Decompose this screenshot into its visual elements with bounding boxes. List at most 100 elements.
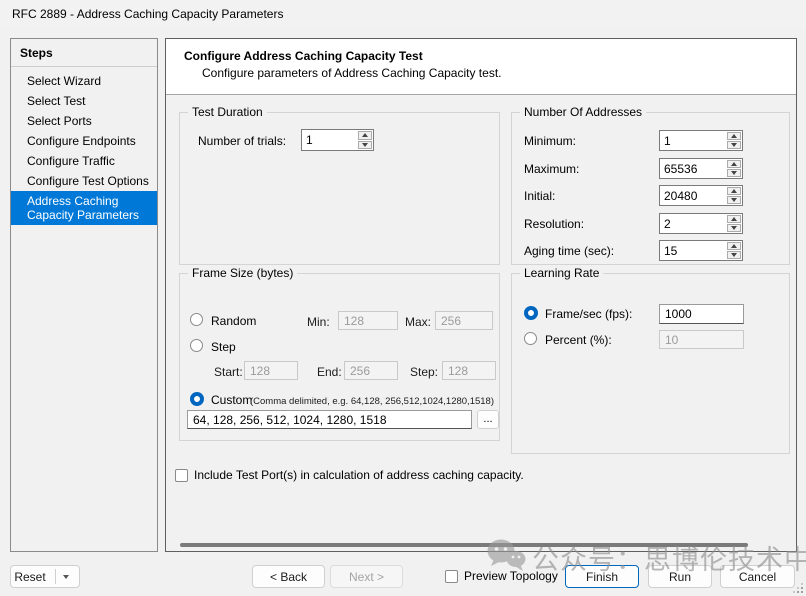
maximum-spin-down-button[interactable] <box>727 169 741 177</box>
number-of-trials-stepper <box>301 129 374 151</box>
aging-spin-up-button[interactable] <box>727 242 741 250</box>
reset-button[interactable]: Reset <box>10 565 80 588</box>
step-radio[interactable] <box>190 339 203 352</box>
steps-sidebar: Steps Select Wizard Select Test Select P… <box>10 38 158 552</box>
group-frame-size: Frame Size (bytes) Random Min: Max: Step… <box>179 273 500 441</box>
run-button[interactable]: Run <box>648 565 712 588</box>
group-test-duration: Test Duration Number of trials: <box>179 112 500 265</box>
random-radio[interactable] <box>190 313 203 326</box>
trials-spin-down-button[interactable] <box>358 141 372 150</box>
number-of-trials-label: Number of trials: <box>198 134 286 148</box>
include-test-ports-checkbox[interactable] <box>175 469 188 482</box>
initial-stepper <box>659 185 743 206</box>
max-label: Max: <box>405 315 431 329</box>
custom-browse-button[interactable]: ... <box>477 410 499 429</box>
percent-label: Percent (%): <box>545 333 612 347</box>
down-arrow-icon <box>731 198 737 202</box>
trials-spin-up-button[interactable] <box>358 131 372 140</box>
down-arrow-icon <box>731 143 737 147</box>
group-test-duration-title: Test Duration <box>188 105 267 119</box>
minimum-stepper <box>659 130 743 151</box>
steps-list: Select Wizard Select Test Select Ports C… <box>11 67 157 225</box>
wizard-main-panel: Configure Address Caching Capacity Test … <box>165 38 797 552</box>
maximum-label: Maximum: <box>524 162 579 176</box>
preview-topology-row: Preview Topology <box>445 569 558 583</box>
sidebar-item-select-wizard[interactable]: Select Wizard <box>11 71 157 91</box>
resolution-spin-down-button[interactable] <box>727 224 741 232</box>
group-learning-rate: Learning Rate Frame/sec (fps): Percent (… <box>511 273 790 454</box>
group-learning-rate-title: Learning Rate <box>520 266 603 280</box>
include-test-ports-label: Include Test Port(s) in calculation of a… <box>194 468 524 482</box>
resolution-stepper <box>659 213 743 234</box>
finish-button[interactable]: Finish <box>565 565 639 588</box>
maximum-stepper <box>659 158 743 179</box>
reset-dropdown-icon[interactable] <box>63 575 69 579</box>
page-title: Configure Address Caching Capacity Test <box>166 39 796 63</box>
cancel-button[interactable]: Cancel <box>720 565 795 588</box>
number-of-trials-input[interactable] <box>302 130 357 150</box>
up-arrow-icon <box>731 244 737 248</box>
down-arrow-icon <box>731 226 737 230</box>
sidebar-item-address-caching-capacity-parameters[interactable]: Address Caching Capacity Parameters <box>11 191 157 225</box>
custom-frame-sizes-input[interactable] <box>187 410 472 429</box>
frame-per-sec-label: Frame/sec (fps): <box>545 307 632 321</box>
aging-time-label: Aging time (sec): <box>524 244 614 258</box>
min-label: Min: <box>307 315 330 329</box>
min-input[interactable] <box>338 311 398 330</box>
preview-topology-checkbox[interactable] <box>445 570 458 583</box>
frame-per-sec-input[interactable] <box>659 304 744 324</box>
percent-input[interactable] <box>659 330 744 349</box>
minimum-input[interactable] <box>660 131 726 150</box>
maximum-spin-up-button[interactable] <box>727 160 741 168</box>
include-test-ports-row: Include Test Port(s) in calculation of a… <box>175 468 524 482</box>
maximum-input[interactable] <box>660 159 726 178</box>
up-arrow-icon <box>731 217 737 221</box>
sidebar-item-configure-traffic[interactable]: Configure Traffic <box>11 151 157 171</box>
window-titlebar: RFC 2889 - Address Caching Capacity Para… <box>0 0 806 28</box>
initial-spin-up-button[interactable] <box>727 187 741 195</box>
back-button[interactable]: < Back <box>252 565 325 588</box>
page-header: Configure Address Caching Capacity Test … <box>166 39 796 95</box>
resolution-label: Resolution: <box>524 217 584 231</box>
custom-radio-label: Custom <box>211 393 252 407</box>
up-arrow-icon <box>362 133 368 137</box>
initial-input[interactable] <box>660 186 726 205</box>
next-button[interactable]: Next > <box>330 565 403 588</box>
initial-spin-down-button[interactable] <box>727 196 741 204</box>
percent-radio[interactable] <box>524 332 537 345</box>
minimum-spin-up-button[interactable] <box>727 132 741 140</box>
step-size-input[interactable] <box>442 361 496 380</box>
sidebar-item-select-ports[interactable]: Select Ports <box>11 111 157 131</box>
custom-radio[interactable] <box>190 392 204 406</box>
start-input[interactable] <box>244 361 298 380</box>
window-title: RFC 2889 - Address Caching Capacity Para… <box>12 7 283 21</box>
up-arrow-icon <box>731 189 737 193</box>
frame-per-sec-radio[interactable] <box>524 306 538 320</box>
resolution-spin-up-button[interactable] <box>727 215 741 223</box>
resolution-input[interactable] <box>660 214 726 233</box>
up-arrow-icon <box>731 162 737 166</box>
aging-spin-down-button[interactable] <box>727 251 741 259</box>
random-radio-label: Random <box>211 314 256 328</box>
preview-topology-label: Preview Topology <box>464 569 558 583</box>
minimum-spin-down-button[interactable] <box>727 141 741 149</box>
page-subtitle: Configure parameters of Address Caching … <box>166 63 796 80</box>
step-size-label: Step: <box>410 365 438 379</box>
initial-label: Initial: <box>524 189 555 203</box>
end-label: End: <box>317 365 342 379</box>
aging-time-input[interactable] <box>660 241 726 260</box>
aging-time-stepper <box>659 240 743 261</box>
resize-grip-icon[interactable] <box>793 583 803 593</box>
start-label: Start: <box>214 365 243 379</box>
max-input[interactable] <box>435 311 493 330</box>
down-arrow-icon <box>731 171 737 175</box>
group-number-of-addresses-title: Number Of Addresses <box>520 105 646 119</box>
sidebar-item-select-test[interactable]: Select Test <box>11 91 157 111</box>
horizontal-scrollbar[interactable] <box>180 543 748 547</box>
down-arrow-icon <box>362 143 368 147</box>
group-frame-size-title: Frame Size (bytes) <box>188 266 297 280</box>
end-input[interactable] <box>344 361 398 380</box>
sidebar-item-configure-test-options[interactable]: Configure Test Options <box>11 171 157 191</box>
step-radio-label: Step <box>211 340 236 354</box>
sidebar-item-configure-endpoints[interactable]: Configure Endpoints <box>11 131 157 151</box>
